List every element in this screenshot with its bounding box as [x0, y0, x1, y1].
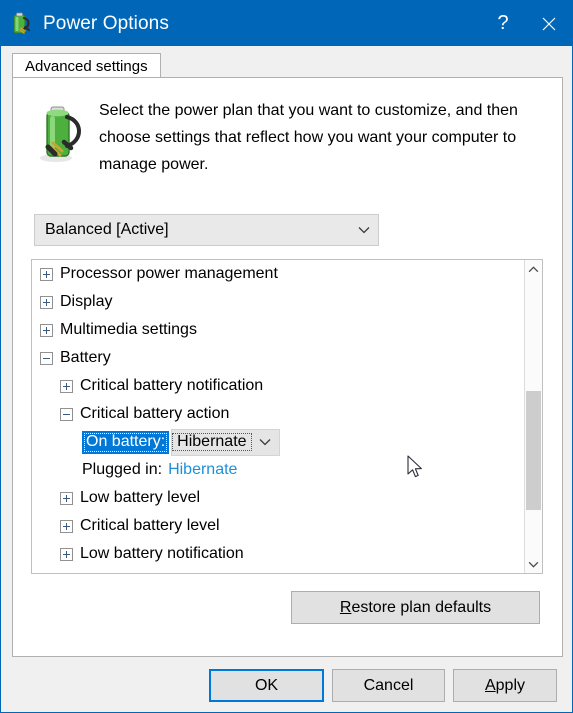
settings-tree[interactable]: Processor power management Display Multi… — [31, 259, 543, 574]
scrollbar-thumb[interactable] — [526, 391, 541, 510]
apply-button[interactable]: Apply — [453, 669, 557, 702]
expander-plus-icon[interactable] — [60, 519, 73, 533]
chevron-down-icon — [350, 226, 378, 234]
restore-accel-letter: R — [339, 598, 352, 616]
tree-row[interactable]: Critical battery action — [32, 400, 524, 428]
tab-label: Advanced settings — [25, 58, 148, 75]
setting-label-selected: On battery: — [82, 430, 170, 454]
plugged-in-label: Plugged in: — [82, 461, 163, 478]
tree-scrollbar[interactable] — [524, 260, 542, 573]
tree-item-label: Low battery level — [80, 489, 201, 506]
power-plan-select[interactable]: Balanced [Active] — [34, 214, 379, 246]
power-options-window: Power Options ? Advanced settings Select… — [0, 0, 573, 713]
tree-item-label: Processor power management — [60, 265, 278, 282]
expander-minus-icon[interactable] — [40, 351, 53, 365]
apply-label-rest: pply — [495, 676, 526, 694]
plugged-in-value[interactable]: Hibernate — [168, 461, 237, 479]
tab-advanced-settings[interactable]: Advanced settings — [12, 53, 161, 79]
cancel-label: Cancel — [363, 676, 414, 694]
power-plan-value: Balanced [Active] — [45, 221, 169, 238]
expander-plus-icon[interactable] — [40, 295, 53, 309]
description-text: Select the power plan that you want to c… — [99, 102, 518, 173]
cancel-button[interactable]: Cancel — [332, 669, 445, 702]
tree-item-label: Low battery notification — [80, 545, 244, 562]
chevron-down-icon[interactable] — [525, 555, 542, 573]
tree-item-label: Display — [60, 293, 113, 310]
help-button[interactable]: ? — [480, 1, 526, 46]
setting-plugged-in[interactable]: Plugged in: Hibernate — [32, 456, 524, 484]
chevron-down-icon — [252, 438, 279, 446]
title-bar: Power Options ? — [1, 1, 572, 46]
tree-row[interactable]: Processor power management — [32, 260, 524, 288]
ok-button[interactable]: OK — [209, 669, 324, 702]
setting-on-battery[interactable]: On battery: Hibernate — [32, 428, 524, 456]
tree-row[interactable]: Low battery level — [32, 484, 524, 512]
expander-plus-icon[interactable] — [60, 491, 73, 505]
restore-label-rest: estore plan defaults — [351, 598, 492, 616]
expander-plus-icon[interactable] — [40, 323, 53, 337]
tree-item-label: Critical battery level — [80, 517, 220, 534]
tree-item-label: Critical battery notification — [80, 377, 264, 394]
dialog-footer: OK Cancel Apply — [2, 658, 572, 712]
tree-row[interactable]: Low battery action — [32, 568, 524, 573]
power-battery-icon — [9, 11, 35, 37]
tree-item-label: Multimedia settings — [60, 321, 197, 338]
apply-accel-letter: A — [484, 676, 496, 694]
close-icon[interactable] — [526, 1, 572, 46]
chevron-up-icon[interactable] — [525, 260, 542, 278]
tree-row[interactable]: Display — [32, 288, 524, 316]
expander-plus-icon[interactable] — [60, 547, 73, 561]
restore-plan-defaults-button[interactable]: Restore plan defaults — [291, 591, 540, 624]
tree-row[interactable]: Multimedia settings — [32, 316, 524, 344]
tree-scroll-area: Processor power management Display Multi… — [32, 260, 524, 573]
tree-row[interactable]: Battery — [32, 344, 524, 372]
tree-row[interactable]: Critical battery level — [32, 512, 524, 540]
expander-plus-icon[interactable] — [60, 379, 73, 393]
window-title: Power Options — [43, 12, 169, 34]
power-battery-plug-icon — [31, 101, 85, 163]
tree-item-label: Battery — [60, 349, 111, 366]
tab-strip: Advanced settings — [2, 46, 572, 79]
ok-label: OK — [254, 676, 279, 694]
tree-row[interactable]: Low battery notification — [32, 540, 524, 568]
tree-row[interactable]: Critical battery notification — [32, 372, 524, 400]
on-battery-value: Hibernate — [172, 433, 252, 451]
description-block: Select the power plan that you want to c… — [31, 97, 541, 178]
expander-minus-icon[interactable] — [60, 407, 73, 421]
tab-panel: Select the power plan that you want to c… — [12, 77, 563, 657]
on-battery-select[interactable]: Hibernate — [171, 428, 280, 456]
tree-item-label: Critical battery action — [80, 405, 230, 422]
expander-plus-icon[interactable] — [40, 267, 53, 281]
